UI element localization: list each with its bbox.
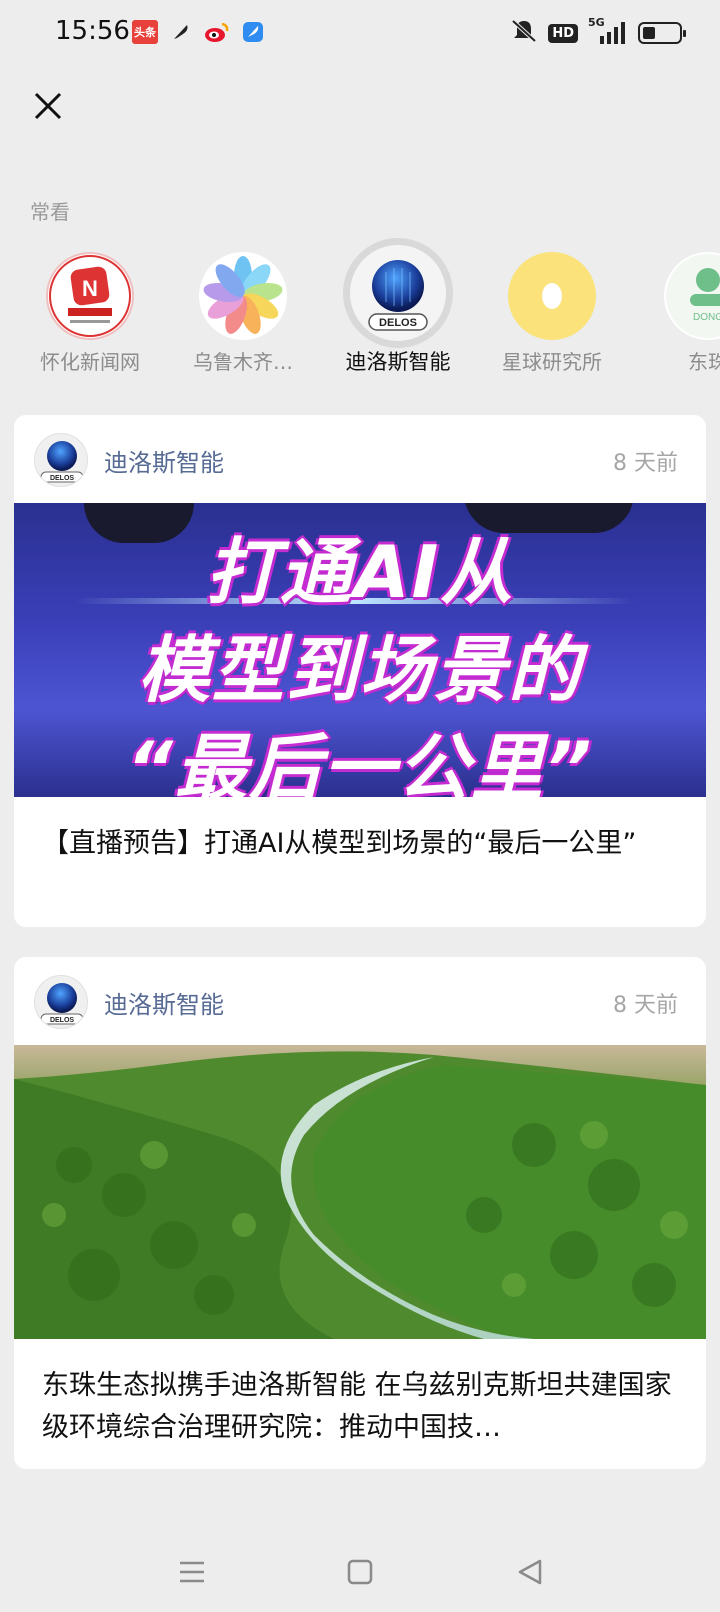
article-card[interactable]: DELOS 迪洛斯智能 8 天前 打通AI从 模型到场景的 “最后一公里” 【直… [14, 415, 706, 927]
system-nav-bar [0, 1540, 720, 1612]
signal-icon: 5G [588, 16, 628, 46]
battery-fill [643, 27, 655, 39]
account-item[interactable]: 星球研究所 [472, 230, 632, 380]
back-triangle-icon [518, 1559, 542, 1585]
delos-logo-icon: DELOS [40, 441, 84, 483]
svg-text:DELOS: DELOS [50, 475, 74, 482]
avatar: N [46, 252, 134, 340]
dongzhu-logo-icon: DONG [666, 254, 720, 338]
avatar [508, 252, 596, 340]
card-header: DELOS 迪洛斯智能 8 天前 [14, 415, 706, 503]
huaihua-logo-icon: N [49, 255, 131, 337]
close-icon [34, 92, 62, 120]
avatar: DONG [664, 252, 720, 340]
forest-river-photo [14, 1045, 706, 1339]
avatar: DELOS [343, 238, 453, 348]
author-avatar[interactable]: DELOS [34, 975, 88, 1029]
feather-blue-icon [240, 20, 266, 44]
menu-button[interactable] [170, 1550, 214, 1594]
frequent-label: 常看 [30, 200, 70, 224]
author-name[interactable]: 迪洛斯智能 [104, 443, 224, 478]
avatar [199, 252, 287, 340]
battery-icon [638, 22, 686, 44]
mute-icon [510, 18, 538, 48]
feather-icon [168, 20, 194, 44]
status-time: 15:56 [55, 16, 130, 46]
article-cover-image[interactable] [14, 1045, 706, 1339]
notification-icons: 头条 [132, 20, 266, 44]
toutiao-icon: 头条 [132, 20, 158, 44]
banner-line: “最后一公里” [126, 726, 594, 797]
account-name: 怀化新闻网 [40, 350, 140, 374]
account-name: 星球研究所 [502, 350, 602, 374]
svg-text:DONG: DONG [693, 312, 720, 323]
banner-line: 打通AI从 [205, 530, 515, 614]
svg-text:DELOS: DELOS [50, 1017, 74, 1024]
home-square-icon [347, 1559, 373, 1585]
account-item[interactable]: DONG 东珠 [628, 230, 720, 380]
svg-text:DELOS: DELOS [379, 317, 417, 329]
article-cover-image[interactable]: 打通AI从 模型到场景的 “最后一公里” [14, 503, 706, 797]
status-bar: 15:56 头条 HD 5G [0, 0, 720, 64]
article-title[interactable]: 东珠生态拟携手迪洛斯智能 在乌兹别克斯坦共建国家级环境综合治理研究院：推动中国技… [14, 1339, 706, 1469]
close-button[interactable] [28, 86, 68, 126]
account-item-selected[interactable]: DELOS 迪洛斯智能 [318, 230, 478, 380]
home-button[interactable] [338, 1550, 382, 1594]
frequent-accounts-list: N 怀化新闻网 乌鲁木齐… DELOS 迪洛斯智能 星球研究所 DONG 东珠 [0, 230, 720, 380]
account-name: 迪洛斯智能 [345, 350, 451, 374]
account-name: 东珠 [688, 350, 720, 374]
account-item[interactable]: N 怀化新闻网 [10, 230, 170, 380]
card-header: DELOS 迪洛斯智能 8 天前 [14, 957, 706, 1045]
account-item[interactable]: 乌鲁木齐… [163, 230, 323, 380]
menu-icon [180, 1561, 204, 1583]
author-avatar[interactable]: DELOS [34, 433, 88, 487]
article-title[interactable]: 【直播预告】打通AI从模型到场景的“最后一公里” [14, 797, 706, 927]
status-right: HD 5G [510, 16, 686, 48]
post-time: 8 天前 [613, 993, 678, 1018]
article-card[interactable]: DELOS 迪洛斯智能 8 天前 东珠生态拟携手迪洛斯智能 在乌兹别克斯坦共建国… [14, 957, 706, 1469]
post-time: 8 天前 [613, 451, 678, 476]
account-name: 乌鲁木齐… [193, 350, 293, 374]
delos-logo-icon: DELOS [368, 260, 428, 331]
hd-icon: HD [548, 23, 578, 43]
svg-text:N: N [82, 276, 98, 301]
delos-logo-icon: DELOS [40, 983, 84, 1025]
back-button[interactable] [508, 1550, 552, 1594]
weibo-icon [204, 20, 230, 44]
yellow-ring-logo-icon [510, 254, 594, 338]
banner-line: 模型到场景的 [137, 628, 582, 712]
petal-logo-icon [203, 256, 283, 334]
author-name[interactable]: 迪洛斯智能 [104, 985, 224, 1020]
